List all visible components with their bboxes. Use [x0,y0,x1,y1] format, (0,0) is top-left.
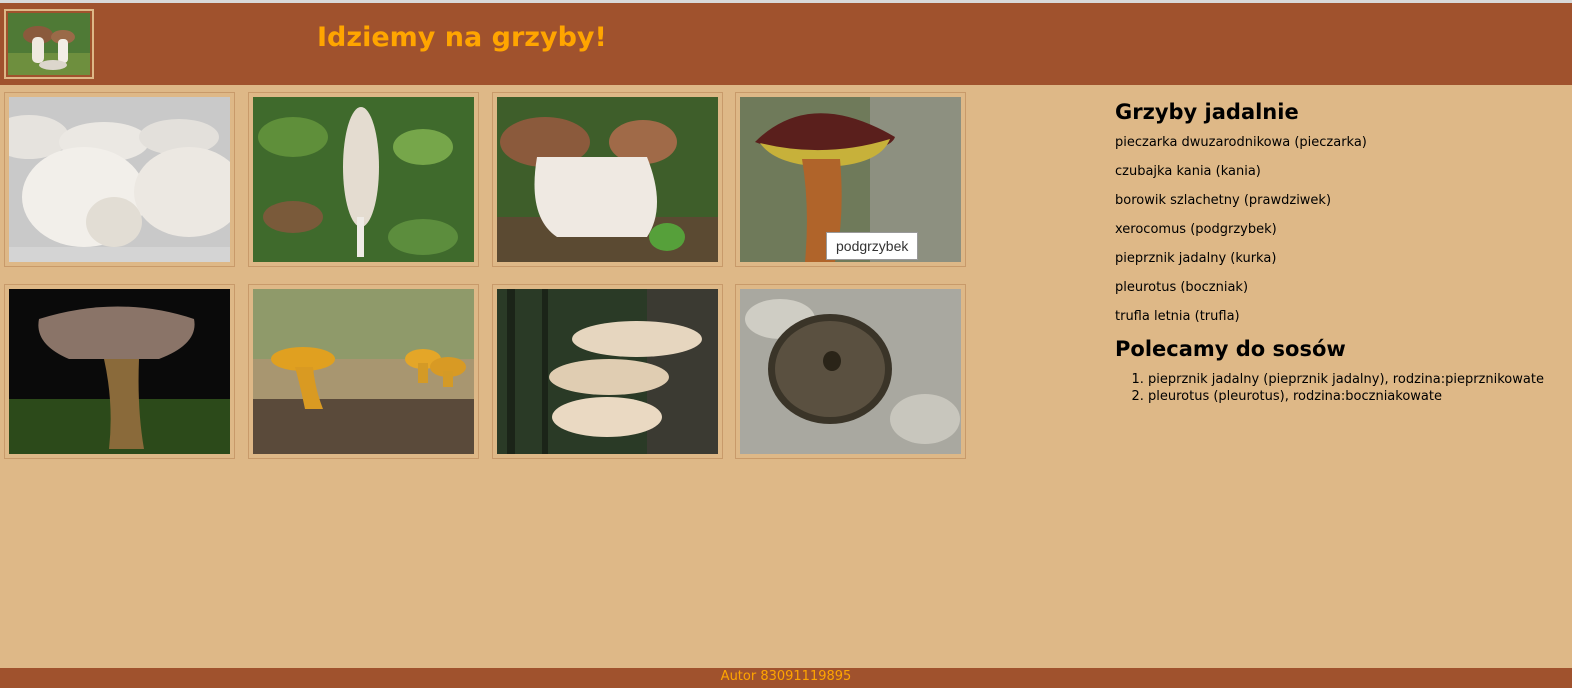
list-item: czubajka kania (kania) [1115,164,1261,179]
boczniak-photo[interactable] [497,289,718,454]
gallery-item-trufla[interactable] [735,284,966,459]
sauces-section: Polecamy do sosów pieprznik jadalny (pie… [1115,337,1565,405]
list-item: pleurotus (boczniak) [1115,280,1249,295]
kurka-photo-1[interactable] [9,289,230,454]
pieczarka-photo[interactable] [9,97,230,262]
mushroom-logo-icon [8,13,90,75]
author-text: Autor 83091119895 [720,669,852,684]
list-item: pleurotus (pleurotus), rodzina:boczniako… [1148,388,1565,405]
prawdziwek-photo[interactable] [497,97,718,262]
gallery-item-pieczarka[interactable] [4,92,235,267]
logo[interactable] [4,9,94,79]
edible-heading: Grzyby jadalnie [1115,100,1299,124]
list-item: pieprznik jadalny (kurka) [1115,251,1277,266]
gallery-item-kania[interactable] [248,92,479,267]
sauces-heading: Polecamy do sosów [1115,337,1346,361]
trufla-photo[interactable] [740,289,961,454]
kurka-photo-2[interactable] [253,289,474,454]
list-item: trufla letnia (trufla) [1115,309,1240,324]
mushroom-gallery [4,92,974,464]
page-footer: Autor 83091119895 [0,668,1572,688]
sauces-list: pieprznik jadalny (pieprznik jadalny), r… [1115,371,1565,405]
page-header: Idziemy na grzyby! [0,3,1572,85]
list-item: pieczarka dwuzarodnikowa (pieczarka) [1115,135,1367,150]
list-item: borowik szlachetny (prawdziwek) [1115,193,1332,208]
kania-photo[interactable] [253,97,474,262]
image-tooltip: podgrzybek [826,232,919,260]
sidebar: Grzyby jadalnie pieczarka dwuzarodnikowa… [1115,100,1565,405]
list-item: pieprznik jadalny (pieprznik jadalny), r… [1148,371,1565,388]
gallery-item-kurka-1[interactable] [4,284,235,459]
list-item: xerocomus (podgrzybek) [1115,222,1277,237]
gallery-item-prawdziwek[interactable] [492,92,723,267]
page-title: Idziemy na grzyby! [317,22,607,53]
gallery-item-boczniak[interactable] [492,284,723,459]
gallery-item-kurka-2[interactable] [248,284,479,459]
edible-section: Grzyby jadalnie pieczarka dwuzarodnikowa… [1115,100,1565,326]
